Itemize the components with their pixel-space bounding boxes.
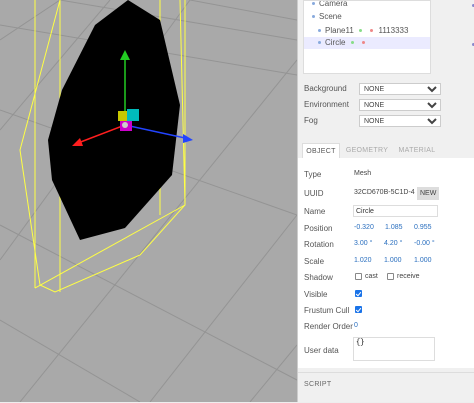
mesh-icon xyxy=(318,41,321,45)
render-order-value[interactable]: 0 xyxy=(354,322,358,329)
scale-x[interactable]: 1.020 xyxy=(354,257,372,264)
tab-object[interactable]: OBJECT xyxy=(302,143,340,158)
frustum-cull-checkbox[interactable] xyxy=(355,306,362,313)
script-title: SCRIPT xyxy=(304,381,332,388)
camera-icon xyxy=(312,2,315,6)
properties-tabs: OBJECT GEOMETRY MATERIAL xyxy=(298,140,474,159)
cast-shadow-checkbox[interactable] xyxy=(355,273,362,280)
geometry-icon xyxy=(350,41,354,45)
tab-material[interactable]: MATERIAL xyxy=(394,143,440,158)
position-z[interactable]: 0.955 xyxy=(414,224,432,231)
rotation-x[interactable]: 3.00 ° xyxy=(354,240,372,247)
outliner-item-plane[interactable]: Plane11 1113333 xyxy=(318,25,408,37)
position-y[interactable]: 1.085 xyxy=(385,224,403,231)
viewport-canvas[interactable] xyxy=(0,0,297,402)
outliner-item-camera[interactable]: Camera xyxy=(312,1,347,10)
new-uuid-button[interactable]: NEW xyxy=(417,187,440,200)
receive-shadow-checkbox[interactable] xyxy=(387,273,394,280)
background-select[interactable]: NONE xyxy=(359,83,441,95)
3d-viewport[interactable] xyxy=(0,0,297,402)
outliner-item-circle[interactable]: Circle xyxy=(304,37,430,49)
scale-z[interactable]: 1.000 xyxy=(414,257,432,264)
fog-select[interactable]: NONE xyxy=(359,115,441,127)
script-section: SCRIPT xyxy=(298,372,474,403)
scene-outliner[interactable]: Camera Scene Plane11 1113333 Circle xyxy=(303,0,431,74)
environment-select[interactable]: NONE xyxy=(359,99,441,111)
user-data-textarea[interactable]: {} xyxy=(353,337,435,361)
geometry-icon xyxy=(359,29,362,33)
type-value: Mesh xyxy=(354,170,372,177)
object-panel: Type Mesh UUID 32CD670B-5C1D-4 NEW Name … xyxy=(298,158,474,368)
uuid-value: 32CD670B-5C1D-4 xyxy=(354,189,415,196)
position-x[interactable]: -0.320 xyxy=(354,224,374,231)
outliner-item-scene[interactable]: Scene xyxy=(312,11,342,23)
material-icon xyxy=(361,41,365,45)
rotation-y[interactable]: 4.20 ° xyxy=(384,240,402,247)
rotation-z[interactable]: -0.00 ° xyxy=(414,240,435,247)
scale-y[interactable]: 1.000 xyxy=(384,257,402,264)
scene-icon xyxy=(312,15,315,19)
sidebar: Camera Scene Plane11 1113333 Circle Back… xyxy=(297,0,474,402)
tab-geometry[interactable]: GEOMETRY xyxy=(342,143,392,158)
mesh-icon xyxy=(318,29,321,33)
name-input[interactable]: Circle xyxy=(353,205,438,217)
visible-checkbox[interactable] xyxy=(355,290,362,297)
material-icon xyxy=(370,29,374,33)
